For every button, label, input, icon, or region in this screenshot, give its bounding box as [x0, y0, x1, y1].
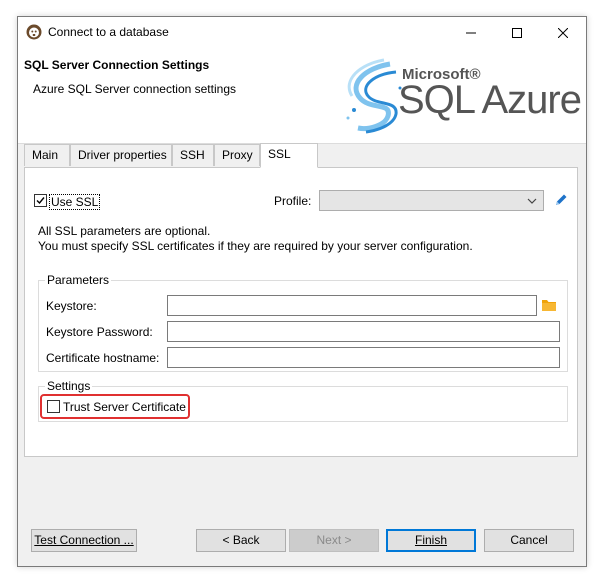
tab-label: SSL	[268, 147, 291, 161]
trust-cert-checkbox[interactable]	[47, 400, 60, 413]
test-connection-button[interactable]: Test Connection ...	[31, 529, 137, 552]
cert-hostname-input[interactable]	[167, 347, 560, 368]
ssl-info-line1: All SSL parameters are optional.	[38, 224, 211, 238]
pencil-icon[interactable]	[553, 192, 569, 208]
settings-legend: Settings	[45, 379, 93, 393]
dbeaver-icon	[26, 24, 42, 40]
keystore-label: Keystore:	[46, 299, 97, 313]
checkmark-icon	[36, 197, 45, 205]
folder-icon[interactable]	[541, 298, 557, 312]
test-connection-label: Test Connection ...	[34, 533, 134, 547]
use-ssl-label[interactable]: Use SSL	[49, 194, 101, 210]
tab-label: SSH	[180, 148, 205, 162]
keystore-password-label: Keystore Password:	[46, 325, 153, 339]
use-ssl-checkbox[interactable]	[34, 194, 47, 207]
maximize-button[interactable]	[494, 17, 540, 48]
parameters-legend: Parameters	[45, 273, 112, 287]
tab-label: Proxy	[222, 148, 253, 162]
title-bar[interactable]: Connect to a database	[18, 17, 586, 48]
parameters-group: Parameters Keystore: Keystore Password: …	[38, 273, 568, 372]
cancel-button[interactable]: Cancel	[484, 529, 574, 552]
maximize-icon	[512, 27, 522, 38]
page-title: SQL Server Connection Settings	[24, 58, 210, 72]
minimize-icon	[466, 32, 476, 33]
back-label: < Back	[222, 533, 260, 547]
minimize-button[interactable]	[448, 17, 494, 48]
header-banner: SQL Server Connection Settings Azure SQL…	[18, 48, 586, 144]
connect-dialog: Connect to a database SQL Server Connect…	[17, 16, 587, 567]
tab-ssh[interactable]: SSH	[172, 144, 214, 166]
next-button[interactable]: Next >	[289, 529, 379, 552]
tab-driver-properties[interactable]: Driver properties	[70, 144, 172, 166]
tab-proxy[interactable]: Proxy	[214, 144, 260, 166]
keystore-input[interactable]	[167, 295, 537, 316]
window-title: Connect to a database	[48, 25, 169, 39]
tab-label: Driver properties	[78, 148, 167, 162]
tab-main[interactable]: Main	[24, 144, 70, 166]
back-button[interactable]: < Back	[196, 529, 286, 552]
keystore-password-input[interactable]	[167, 321, 560, 342]
sql-azure-logo: Microsoft® SQL Azure	[340, 54, 582, 142]
cancel-label: Cancel	[510, 533, 548, 547]
tab-label: Main	[32, 148, 59, 162]
logo-product: SQL Azure	[398, 78, 582, 122]
profile-select[interactable]	[319, 190, 544, 211]
next-label: Next >	[316, 533, 352, 547]
close-button[interactable]	[540, 17, 586, 48]
finish-label: Finish	[414, 533, 447, 547]
ssl-info-line2: You must specify SSL certificates if the…	[38, 239, 473, 253]
cert-hostname-label: Certificate hostname:	[46, 351, 160, 365]
finish-button[interactable]: Finish	[386, 529, 476, 552]
page-subtitle: Azure SQL Server connection settings	[33, 82, 236, 96]
tab-ssl[interactable]: SSL	[260, 143, 318, 168]
profile-label: Profile:	[274, 194, 312, 208]
trust-cert-label[interactable]: Trust Server Certificate	[63, 400, 186, 414]
chevron-down-icon	[527, 198, 537, 204]
ssl-tab-panel: Use SSL Profile: All SSL parameters are …	[24, 167, 578, 457]
close-icon	[558, 27, 568, 38]
